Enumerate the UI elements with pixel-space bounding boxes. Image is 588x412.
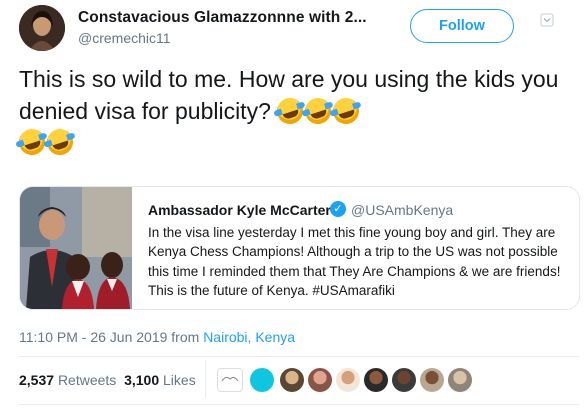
liker-avatar[interactable]	[280, 368, 304, 392]
liker-avatar[interactable]	[336, 368, 360, 392]
follow-button[interactable]: Follow	[410, 9, 514, 43]
quoted-author-name[interactable]: Ambassador Kyle McCarter	[148, 202, 331, 218]
divider	[19, 356, 580, 357]
laughing-emoji-icon	[329, 94, 363, 127]
retweets-count[interactable]: 2,537	[19, 372, 54, 388]
quoted-tweet-card[interactable]: Ambassador Kyle McCarter ✓ @USAmbKenya I…	[19, 186, 580, 310]
tweet-timestamp: 11:10 PM - 26 Jun 2019 from Nairobi, Ken…	[19, 329, 295, 345]
likes-label[interactable]: Likes	[163, 372, 196, 388]
author-handle[interactable]: @cremechic11	[78, 30, 171, 46]
divider	[19, 404, 580, 405]
stats-divider	[205, 360, 206, 398]
quoted-tweet-photo[interactable]	[20, 187, 132, 309]
tweet-text: This is so wild to me. How are you using…	[15, 64, 579, 159]
verified-badge-icon: ✓	[330, 201, 346, 217]
chevron-down-icon[interactable]	[540, 13, 554, 27]
liker-avatar[interactable]	[420, 368, 444, 392]
liker-avatar[interactable]	[448, 368, 472, 392]
liker-avatar[interactable]	[392, 368, 416, 392]
liker-avatar[interactable]	[250, 368, 274, 392]
liker-avatar[interactable]	[308, 368, 332, 392]
timestamp-text[interactable]: 11:10 PM - 26 Jun 2019 from	[19, 329, 203, 345]
location-link[interactable]: Nairobi, Kenya	[203, 329, 295, 345]
engagement-stats: 2,537 Retweets 3,100 Likes	[19, 372, 196, 388]
author-display-name[interactable]: Constavacious Glamazzonnne with 2...	[78, 9, 367, 27]
likes-count[interactable]: 3,100	[124, 372, 159, 388]
quoted-tweet-text: In the visa line yesterday I met this fi…	[148, 225, 561, 298]
laughing-emoji-icon	[43, 125, 77, 159]
liker-avatar[interactable]	[364, 368, 388, 392]
retweets-label[interactable]: Retweets	[58, 372, 116, 388]
quoted-author-handle[interactable]: @USAmbKenya	[351, 202, 453, 218]
author-avatar[interactable]	[19, 5, 65, 51]
liker-avatar[interactable]	[217, 368, 243, 392]
